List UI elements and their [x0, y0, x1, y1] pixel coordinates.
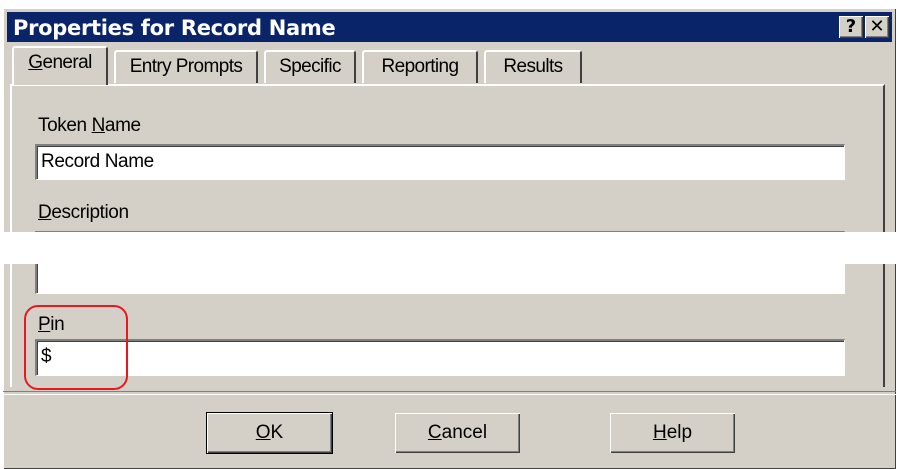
- redaction-band: [0, 232, 899, 264]
- tab-results[interactable]: Results: [484, 50, 582, 83]
- help-mnemonic: H: [652, 422, 667, 443]
- token-name-field[interactable]: Record Name: [35, 144, 845, 180]
- tab-general-label: eneral: [42, 52, 92, 73]
- tab-general[interactable]: General: [12, 46, 108, 85]
- pin-highlight-annotation: [24, 305, 128, 390]
- ok-mnemonic: O: [255, 422, 271, 443]
- cancel-label: ancel: [441, 422, 488, 443]
- dialog-title: Properties for Record Name: [13, 16, 336, 40]
- description-mnemonic: D: [38, 202, 52, 223]
- help-icon[interactable]: ?: [839, 16, 863, 38]
- button-separator: [3, 391, 896, 395]
- token-name-label-text: Token: [38, 115, 92, 136]
- tab-entry-prompts[interactable]: Entry Prompts: [114, 50, 258, 83]
- description-label: Description: [38, 202, 129, 224]
- help-label: elp: [666, 422, 693, 443]
- title-bar[interactable]: Properties for Record Name ? ✕: [7, 12, 892, 42]
- token-name-label-rest: ame: [104, 115, 141, 136]
- ok-label: K: [270, 422, 284, 443]
- cancel-button[interactable]: Cancel: [395, 413, 520, 453]
- tab-specific[interactable]: Specific: [264, 50, 356, 83]
- token-name-mnemonic: N: [91, 115, 106, 136]
- close-icon[interactable]: ✕: [865, 16, 889, 38]
- pin-field[interactable]: $: [35, 339, 845, 376]
- description-label-rest: escription: [51, 202, 129, 223]
- tab-general-mnemonic: G: [28, 52, 43, 73]
- cancel-mnemonic: C: [427, 422, 442, 443]
- ok-button[interactable]: OK: [206, 412, 333, 454]
- tab-reporting[interactable]: Reporting: [362, 50, 478, 83]
- token-name-label: Token Name: [38, 115, 141, 137]
- help-button[interactable]: Help: [610, 413, 735, 453]
